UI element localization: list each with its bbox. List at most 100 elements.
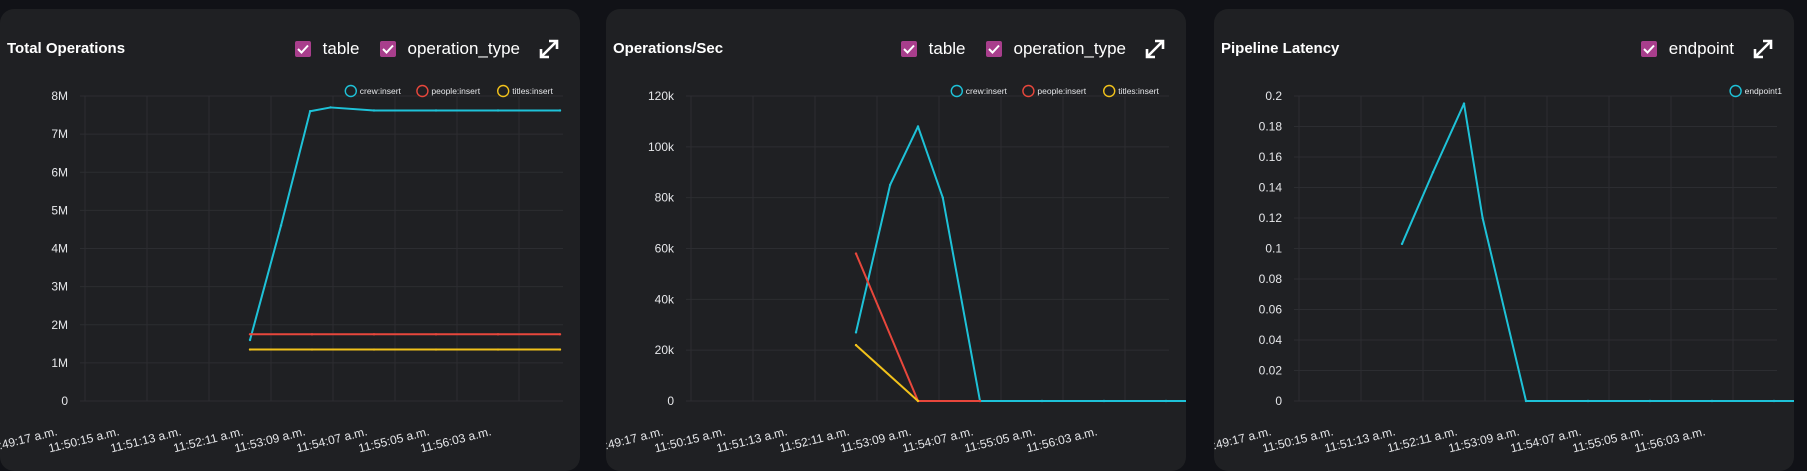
x-tick-label: 11:55:05 a.m. <box>1571 424 1645 455</box>
data-point <box>496 109 500 112</box>
data-point <box>308 110 312 113</box>
series-line <box>855 344 919 402</box>
legend-marker <box>1103 84 1116 98</box>
data-point <box>372 109 376 112</box>
legend-label: titles:insert <box>512 86 553 96</box>
data-point <box>558 109 562 112</box>
x-tick-label: 11:56:03 a.m. <box>1633 424 1707 455</box>
data-point <box>279 224 283 227</box>
data-point <box>1586 399 1590 403</box>
y-tick-label: 40k <box>655 292 675 306</box>
legend-marker <box>344 84 357 98</box>
legend-label: crew:insert <box>966 86 1008 96</box>
x-tick-label: 11:53:09 a.m. <box>1447 424 1521 455</box>
data-point <box>1648 399 1652 403</box>
legend-label: endpoint1 <box>1745 86 1783 96</box>
y-tick-label: 0.02 <box>1259 364 1283 378</box>
data-point <box>434 348 438 351</box>
y-tick-label: 0 <box>667 394 674 408</box>
x-tick-label: 11:53:09 a.m. <box>839 424 913 455</box>
y-tick-label: 0.06 <box>1259 303 1283 317</box>
data-point <box>1481 216 1484 220</box>
data-point <box>1040 399 1044 403</box>
y-tick-label: 80k <box>655 191 675 205</box>
x-tick-label: 11:54:07 a.m. <box>1509 424 1583 455</box>
y-tick-label: 0.18 <box>1259 120 1283 134</box>
data-point <box>558 348 562 351</box>
y-tick-label: 3M <box>51 280 68 294</box>
legend-label: people:insert <box>431 86 480 96</box>
legend-label: titles:insert <box>1118 86 1159 96</box>
y-tick-label: 100k <box>648 140 675 154</box>
data-point <box>916 125 920 128</box>
series-line <box>855 253 980 402</box>
data-point <box>854 343 858 347</box>
y-tick-label: 0.04 <box>1259 333 1283 347</box>
y-tick-label: 5M <box>51 203 68 217</box>
data-point <box>1462 102 1466 105</box>
data-point <box>888 183 892 187</box>
data-point <box>310 333 314 336</box>
y-tick-label: 2M <box>51 318 68 332</box>
y-tick-label: 0 <box>1275 394 1282 408</box>
chart-pipeline-latency: 0 0.02 0.04 0.06 0.08 0.1 0.12 0.14 0.16 0.18 0.2 1… <box>1214 84 1794 455</box>
legend-marker <box>416 84 429 98</box>
data-point <box>1710 399 1714 403</box>
y-tick-label: 0.14 <box>1259 181 1283 195</box>
data-point <box>434 109 438 112</box>
data-point <box>1772 399 1776 403</box>
x-tick-label: 11:51:13 a.m. <box>715 424 789 455</box>
series-line <box>1401 102 1794 402</box>
data-point <box>372 333 376 336</box>
data-point <box>372 348 376 351</box>
data-point <box>1524 399 1528 403</box>
y-tick-label: 0.1 <box>1265 242 1282 256</box>
y-tick-label: 0.2 <box>1265 89 1282 103</box>
x-tick-label: 11:50:15 a.m. <box>1261 424 1335 455</box>
y-tick-label: 4M <box>51 242 68 256</box>
x-tick-label: 11:51:13 a.m. <box>109 424 183 455</box>
y-tick-label: 0.16 <box>1259 150 1283 164</box>
data-point <box>916 399 920 403</box>
data-point <box>854 252 858 255</box>
data-point <box>558 333 562 336</box>
y-tick-label: 0 <box>61 394 68 408</box>
x-tick-label: 11:50:15 a.m. <box>47 424 121 455</box>
x-tick-label: 11:52:11 a.m. <box>778 424 851 455</box>
data-point <box>1164 399 1168 403</box>
x-tick-label: 11:52:11 a.m. <box>1386 424 1459 455</box>
y-tick-label: 60k <box>655 242 675 256</box>
legend-marker <box>1022 84 1035 98</box>
data-point <box>978 399 982 403</box>
legend-marker <box>1729 84 1742 98</box>
data-point <box>1431 171 1435 174</box>
data-point <box>248 338 252 342</box>
data-point <box>1102 399 1106 403</box>
legend-label: crew:insert <box>360 86 402 96</box>
data-point <box>329 106 332 109</box>
data-point <box>854 331 858 334</box>
data-point <box>434 333 438 336</box>
x-tick-label: 11:55:05 a.m. <box>963 424 1037 455</box>
panel-pipeline-latency: Pipeline Latency endpoint 0 0.02 0.04 0.06 0… <box>1214 9 1794 471</box>
x-tick-label: 11:51:13 a.m. <box>1323 424 1397 455</box>
y-tick-label: 0.12 <box>1259 211 1283 225</box>
x-tick-label: 11:52:11 a.m. <box>172 424 245 455</box>
y-tick-label: 120k <box>648 89 675 103</box>
legend-marker <box>950 84 963 98</box>
series-line <box>249 106 560 341</box>
x-tick-label: 11:56:03 a.m. <box>1025 424 1099 455</box>
data-point <box>496 333 500 336</box>
y-tick-label: 0.08 <box>1259 272 1283 286</box>
series-line <box>855 125 1186 402</box>
x-tick-label: 11:53:09 a.m. <box>233 424 307 455</box>
chart-total-operations: 01M2M3M4M5M6M7M8M11:49:17 a.m.11:50:15 a… <box>0 84 563 455</box>
data-point <box>248 333 252 336</box>
x-tick-label: 11:54:07 a.m. <box>901 424 975 455</box>
panel-total-operations: Total Operations table operation_type 01… <box>0 9 580 471</box>
y-tick-label: 20k <box>655 343 675 357</box>
x-tick-label: 11:56:03 a.m. <box>419 424 493 455</box>
panel-operations-per-sec: Operations/Sec table operation_type 0 20k… <box>606 9 1186 471</box>
y-tick-label: 8M <box>51 89 68 103</box>
x-tick-label: 11:50:15 a.m. <box>653 424 727 455</box>
